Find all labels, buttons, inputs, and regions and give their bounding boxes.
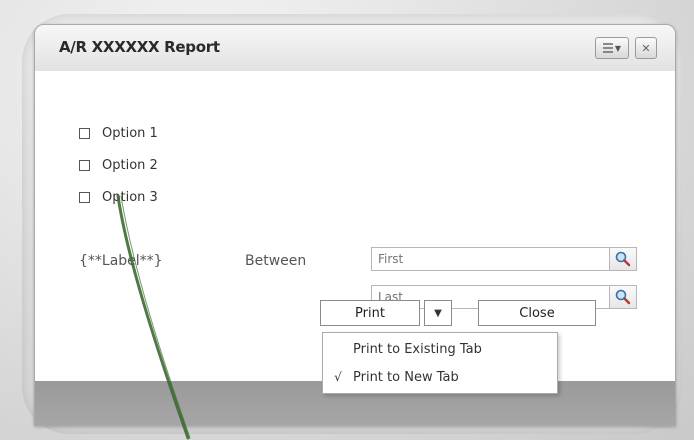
option-1-label: Option 1	[102, 125, 158, 141]
option-1-row[interactable]: Option 1	[79, 123, 158, 143]
dropdown-arrow-icon: ▼	[434, 307, 442, 319]
range-first-input[interactable]	[371, 247, 611, 271]
option-1-checkbox[interactable]	[79, 127, 90, 139]
magnifier-icon	[615, 289, 631, 305]
option-3-checkbox[interactable]	[79, 191, 90, 203]
magnifier-icon	[615, 251, 631, 267]
option-2-row[interactable]: Option 2	[79, 155, 158, 175]
range-operator-label: Between	[245, 253, 307, 269]
checkmark-icon: √	[334, 370, 342, 384]
option-2-checkbox[interactable]	[79, 159, 90, 171]
dialog-title: A/R XXXXXX Report	[59, 38, 220, 56]
menu-options-button[interactable]: ▼	[595, 37, 629, 59]
print-button[interactable]: Print	[320, 300, 420, 326]
print-menu: Print to Existing Tab √ Print to New Tab	[322, 332, 558, 394]
menu-item-label: Print to Existing Tab	[353, 341, 482, 357]
close-window-button[interactable]: ✕	[635, 37, 657, 59]
close-button[interactable]: Close	[478, 300, 596, 326]
option-3-row[interactable]: Option 3	[79, 187, 158, 207]
menu-item-label: Print to New Tab	[353, 369, 459, 385]
range-last-lookup-button[interactable]	[609, 285, 637, 309]
titlebar: A/R XXXXXX Report ▼ ✕	[35, 25, 675, 72]
menu-item-print-existing-tab[interactable]: Print to Existing Tab	[323, 335, 559, 363]
close-icon: ✕	[641, 41, 651, 55]
range-field-label: {**Label**}	[79, 253, 163, 269]
range-first-lookup-button[interactable]	[609, 247, 637, 271]
menu-arrow-icon: ▼	[614, 43, 622, 53]
option-2-label: Option 2	[102, 157, 158, 173]
print-dropdown-button[interactable]: ▼	[424, 300, 452, 326]
menu-item-print-new-tab[interactable]: √ Print to New Tab	[323, 363, 559, 391]
option-3-label: Option 3	[102, 189, 158, 205]
menu-options-icon	[602, 43, 613, 53]
